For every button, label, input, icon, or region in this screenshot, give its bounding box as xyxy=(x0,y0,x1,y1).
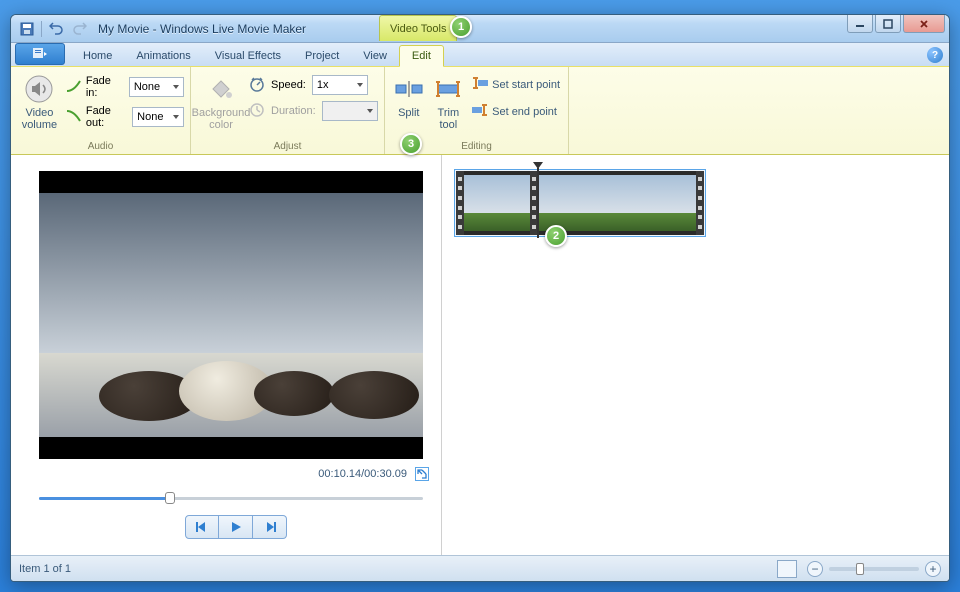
duration-label: Duration: xyxy=(271,105,316,117)
tab-visual-effects[interactable]: Visual Effects xyxy=(203,46,293,66)
fade-in-icon xyxy=(66,79,82,96)
video-preview[interactable] xyxy=(39,171,423,459)
fade-in-combo[interactable]: None xyxy=(129,77,184,97)
fit-to-window-button[interactable] xyxy=(777,560,797,578)
contextual-tab-label: Video Tools xyxy=(379,15,457,41)
content-area: 00:10.14/00:30.09 xyxy=(11,155,949,555)
paint-bucket-icon xyxy=(205,73,237,105)
play-button[interactable] xyxy=(219,515,253,539)
duration-icon xyxy=(249,102,265,121)
video-volume-label: Video volume xyxy=(22,107,57,131)
split-button[interactable]: Split xyxy=(391,69,427,119)
speed-combo[interactable]: 1x xyxy=(312,75,368,95)
trim-icon xyxy=(432,73,464,105)
ribbon: Video volume Fade in: None Fade out: Non… xyxy=(11,67,949,155)
fade-out-label: Fade out: xyxy=(86,105,128,129)
undo-icon[interactable] xyxy=(48,21,64,37)
playhead[interactable] xyxy=(537,168,539,238)
zoom-controls: − + xyxy=(777,560,941,578)
file-menu-button[interactable] xyxy=(15,43,65,65)
callout-3: 3 xyxy=(400,133,422,155)
set-start-label: Set start point xyxy=(492,79,560,91)
prev-frame-button[interactable] xyxy=(185,515,219,539)
tab-project[interactable]: Project xyxy=(293,46,351,66)
split-label: Split xyxy=(398,107,419,119)
save-icon[interactable] xyxy=(19,21,35,37)
group-audio-label: Audio xyxy=(17,139,184,154)
app-window: My Movie - Windows Live Movie Maker Vide… xyxy=(10,14,950,582)
background-color-button: Background color xyxy=(197,69,245,131)
clip-thumbnail[interactable] xyxy=(538,171,704,235)
close-button[interactable] xyxy=(903,15,945,33)
speaker-icon xyxy=(23,73,55,105)
fullscreen-icon[interactable] xyxy=(415,467,429,481)
set-start-point-button[interactable]: Set start point xyxy=(470,75,562,94)
callout-1: 1 xyxy=(450,16,472,38)
clip-thumbnail[interactable] xyxy=(456,171,538,235)
fade-out-combo[interactable]: None xyxy=(132,107,184,127)
set-end-label: Set end point xyxy=(492,106,557,118)
tab-animations[interactable]: Animations xyxy=(124,46,202,66)
split-icon xyxy=(393,73,425,105)
ribbon-tabs: Home Animations Visual Effects Project V… xyxy=(11,43,949,67)
video-volume-button[interactable]: Video volume xyxy=(17,69,62,131)
tab-edit[interactable]: Edit xyxy=(399,45,444,67)
duration-combo xyxy=(322,101,378,121)
set-start-icon xyxy=(472,77,488,92)
set-end-point-button[interactable]: Set end point xyxy=(470,102,562,121)
time-display: 00:10.14/00:30.09 xyxy=(318,468,407,480)
status-bar: Item 1 of 1 − + xyxy=(11,555,949,581)
item-count-label: Item 1 of 1 xyxy=(19,563,71,575)
titlebar: My Movie - Windows Live Movie Maker Vide… xyxy=(11,15,949,43)
bgcolor-label: Background color xyxy=(192,107,251,131)
trim-button[interactable]: Trim tool xyxy=(431,69,467,131)
minimize-button[interactable] xyxy=(847,15,873,33)
speed-icon xyxy=(249,76,265,95)
zoom-in-button[interactable]: + xyxy=(925,561,941,577)
speed-label: Speed: xyxy=(271,79,306,91)
seek-slider[interactable] xyxy=(39,495,423,501)
preview-pane: 00:10.14/00:30.09 xyxy=(11,155,441,555)
fade-in-label: Fade in: xyxy=(86,75,125,99)
clip-strip[interactable] xyxy=(454,169,706,237)
redo-icon[interactable] xyxy=(72,21,88,37)
zoom-slider[interactable] xyxy=(829,567,919,571)
group-adjust-label: Adjust xyxy=(197,139,378,154)
timeline-pane[interactable] xyxy=(441,155,949,555)
next-frame-button[interactable] xyxy=(253,515,287,539)
fade-out-icon xyxy=(66,109,82,126)
zoom-out-button[interactable]: − xyxy=(807,561,823,577)
tab-home[interactable]: Home xyxy=(71,46,124,66)
window-title: My Movie - Windows Live Movie Maker xyxy=(98,22,306,36)
help-icon[interactable]: ? xyxy=(927,47,943,63)
callout-2: 2 xyxy=(545,225,567,247)
maximize-button[interactable] xyxy=(875,15,901,33)
tab-view[interactable]: View xyxy=(351,46,399,66)
trim-label: Trim tool xyxy=(438,107,460,131)
set-end-icon xyxy=(472,104,488,119)
